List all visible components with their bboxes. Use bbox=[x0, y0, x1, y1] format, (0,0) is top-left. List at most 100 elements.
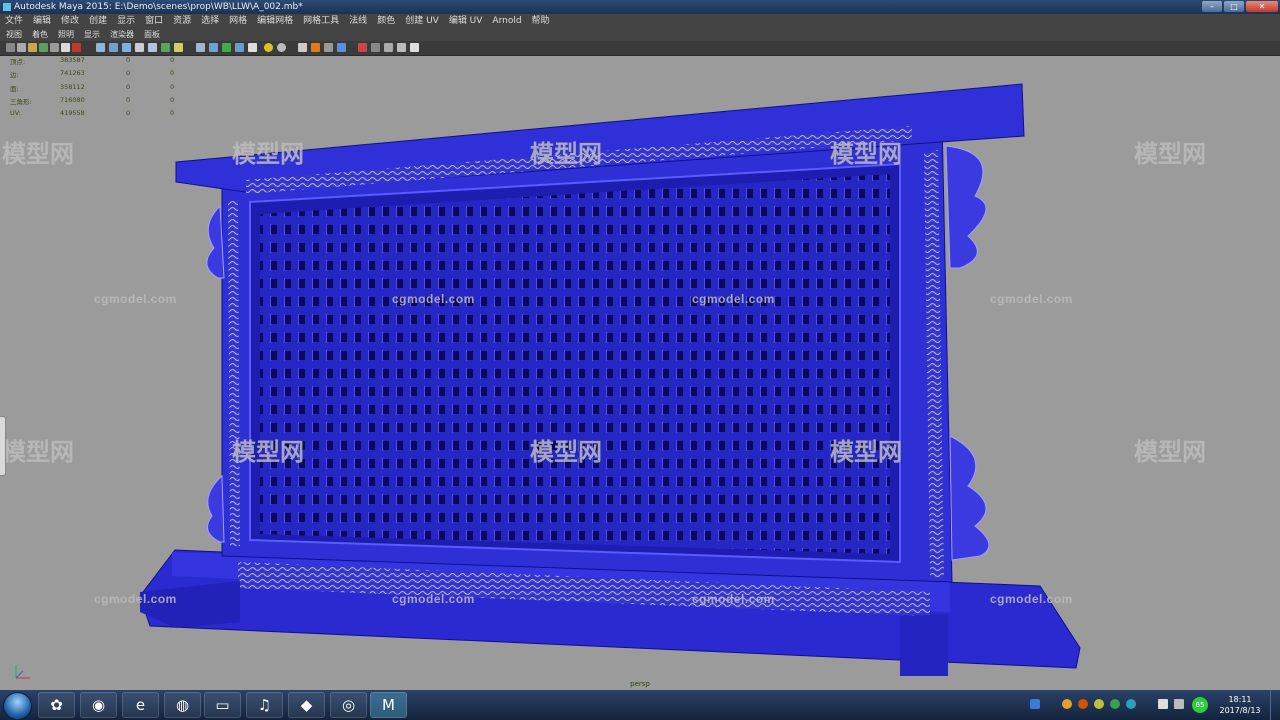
tray-app-icon[interactable] bbox=[1110, 699, 1120, 709]
menu-edit-uv[interactable]: 编辑 UV bbox=[444, 14, 488, 29]
watermark-site: cgmodel.com bbox=[990, 292, 1073, 306]
volume-icon[interactable] bbox=[1158, 699, 1168, 709]
isolate-select-icon[interactable] bbox=[222, 43, 231, 52]
maya-taskbar-icon[interactable]: M bbox=[370, 692, 407, 718]
panel-menu-show[interactable]: 显示 bbox=[78, 29, 104, 41]
shield-tray-icon[interactable] bbox=[1030, 699, 1040, 709]
tray-app-icon[interactable] bbox=[1078, 699, 1088, 709]
resolution-gate-icon[interactable] bbox=[72, 43, 81, 52]
watermark-brand: 模型网 bbox=[530, 141, 602, 168]
xray-icon[interactable] bbox=[196, 43, 205, 52]
menu-arnold[interactable]: Arnold bbox=[487, 14, 526, 29]
layout-icon[interactable] bbox=[397, 43, 406, 52]
image-plane-icon[interactable] bbox=[39, 43, 48, 52]
badge-icon[interactable]: 65 bbox=[1192, 697, 1208, 713]
clock-date: 2017/8/13 bbox=[1219, 706, 1261, 715]
network-icon[interactable] bbox=[1174, 699, 1184, 709]
backface-icon[interactable] bbox=[235, 43, 244, 52]
watermark-brand: 模型网 bbox=[830, 439, 902, 466]
menu-display[interactable]: 显示 bbox=[112, 14, 140, 29]
depth-of-field-icon[interactable] bbox=[324, 43, 333, 52]
ambient-occlusion-icon[interactable] bbox=[174, 43, 183, 52]
lattice-panel bbox=[260, 174, 890, 554]
panel-menu-panels[interactable]: 面板 bbox=[138, 29, 164, 41]
camera-attributes-icon[interactable] bbox=[17, 43, 26, 52]
tray-app-icon[interactable] bbox=[1094, 699, 1104, 709]
smooth-shade-icon[interactable] bbox=[109, 43, 118, 52]
close-button[interactable]: ✕ bbox=[1246, 1, 1278, 12]
checker-icon[interactable] bbox=[248, 43, 257, 52]
hud-row-vertices: 顶点: 383587 0 0 bbox=[10, 56, 175, 66]
grid-icon[interactable] bbox=[50, 43, 59, 52]
watermark-brand: 模型网 bbox=[2, 141, 74, 168]
wechat-icon[interactable]: ◍ bbox=[164, 692, 201, 718]
taskbar-clock[interactable]: 18:11 2017/8/13 bbox=[1216, 694, 1264, 716]
lights-icon[interactable] bbox=[148, 43, 157, 52]
gamma-icon[interactable] bbox=[358, 43, 367, 52]
title-bar: Autodesk Maya 2015: E:\Demo\scenes\prop\… bbox=[0, 0, 1280, 14]
right-foot bbox=[900, 614, 948, 676]
panel-menu-renderer[interactable]: 渲染器 bbox=[104, 29, 138, 41]
exposure-icon[interactable] bbox=[371, 43, 380, 52]
app-eye-icon[interactable]: ◎ bbox=[330, 692, 367, 718]
start-button[interactable] bbox=[3, 692, 32, 720]
clock-time: 18:11 bbox=[1228, 695, 1252, 704]
hud-row-edges: 边: 741263 0 0 bbox=[10, 69, 175, 80]
menu-file[interactable]: 文件 bbox=[0, 14, 28, 29]
light-bulb-icon[interactable] bbox=[264, 43, 273, 52]
file-explorer-icon[interactable]: ▭ bbox=[204, 692, 241, 718]
minimize-button[interactable]: – bbox=[1202, 1, 1222, 12]
bookmark-icon[interactable] bbox=[28, 43, 37, 52]
tray-app-icon[interactable] bbox=[1062, 699, 1072, 709]
menu-modify[interactable]: 修改 bbox=[56, 14, 84, 29]
film-gate-icon[interactable] bbox=[61, 43, 70, 52]
menu-edit-mesh[interactable]: 编辑网格 bbox=[252, 14, 298, 29]
menu-mesh-tools[interactable]: 网格工具 bbox=[298, 14, 344, 29]
shadows-icon[interactable] bbox=[161, 43, 170, 52]
antialias-icon[interactable] bbox=[311, 43, 320, 52]
select-camera-icon[interactable] bbox=[6, 43, 15, 52]
menu-help[interactable]: 帮助 bbox=[527, 14, 555, 29]
panel-menu-shading[interactable]: 着色 bbox=[26, 29, 52, 41]
hud-row-uvs: UV: 419558 0 0 bbox=[10, 109, 175, 118]
screen-model bbox=[139, 83, 1081, 676]
maximize-button[interactable]: □ bbox=[1224, 1, 1244, 12]
hud-row-triangles: 三角形: 716080 0 0 bbox=[10, 95, 175, 106]
menu-select[interactable]: 选择 bbox=[196, 14, 224, 29]
app-360-icon[interactable]: ✿ bbox=[38, 692, 75, 718]
menu-color[interactable]: 颜色 bbox=[372, 14, 400, 29]
motion-blur-icon[interactable] bbox=[298, 43, 307, 52]
ie-browser-icon[interactable]: e bbox=[122, 692, 159, 718]
menu-create[interactable]: 创建 bbox=[84, 14, 112, 29]
firefox-icon[interactable]: ◉ bbox=[80, 692, 117, 718]
tool-settings-tab[interactable] bbox=[0, 416, 6, 476]
tray-app-icon[interactable] bbox=[1126, 699, 1136, 709]
viewport-persp[interactable]: 顶点: 383587 0 0 边: 741263 0 0 面: 358112 0… bbox=[0, 56, 1280, 690]
panel-menu-view[interactable]: 视图 bbox=[0, 29, 26, 41]
watermark-brand: 模型网 bbox=[1134, 439, 1206, 466]
stereo-icon[interactable] bbox=[384, 43, 393, 52]
settings-icon[interactable] bbox=[410, 43, 419, 52]
menu-normals[interactable]: 法线 bbox=[344, 14, 372, 29]
watermark-brand: 模型网 bbox=[830, 141, 902, 168]
hud-icon[interactable] bbox=[337, 43, 346, 52]
textured-icon[interactable] bbox=[135, 43, 144, 52]
menu-assets[interactable]: 资源 bbox=[168, 14, 196, 29]
panel-menu-lighting[interactable]: 照明 bbox=[52, 29, 78, 41]
menu-create-uv[interactable]: 创建 UV bbox=[400, 14, 444, 29]
show-desktop-button[interactable] bbox=[1270, 690, 1280, 720]
watermark-brand: 模型网 bbox=[530, 439, 602, 466]
itunes-icon[interactable]: ♫ bbox=[246, 692, 283, 718]
wireframe-icon[interactable] bbox=[96, 43, 105, 52]
sphere-icon[interactable] bbox=[277, 43, 286, 52]
watermark-site: cgmodel.com bbox=[392, 292, 475, 306]
menu-windows[interactable]: 窗口 bbox=[140, 14, 168, 29]
watermark-site: cgmodel.com bbox=[94, 292, 177, 306]
wireframe-on-shaded-icon[interactable] bbox=[122, 43, 131, 52]
menu-mesh[interactable]: 网格 bbox=[224, 14, 252, 29]
watermark-site: cgmodel.com bbox=[692, 592, 775, 606]
xray-joints-icon[interactable] bbox=[209, 43, 218, 52]
menu-edit[interactable]: 编辑 bbox=[28, 14, 56, 29]
app-orange-icon[interactable]: ◆ bbox=[288, 692, 325, 718]
main-menu-bar: 文件 编辑 修改 创建 显示 窗口 资源 选择 网格 编辑网格 网格工具 法线 … bbox=[0, 14, 1280, 29]
